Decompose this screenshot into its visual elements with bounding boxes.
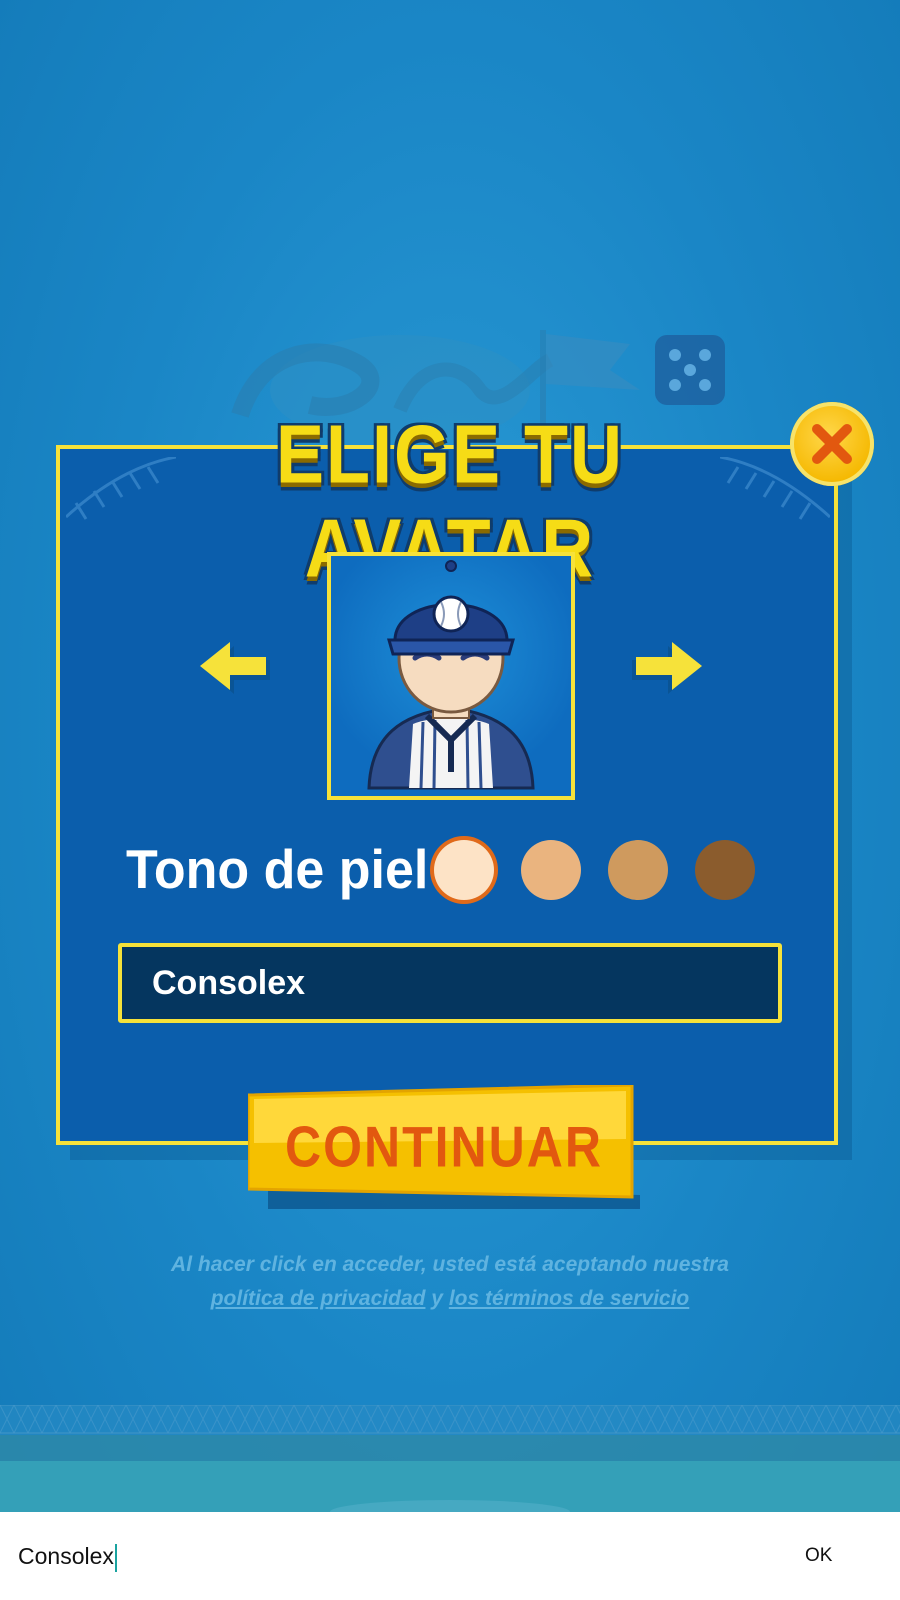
avatar-preview[interactable] xyxy=(327,552,575,800)
dialog-title: ELIGE TU AVATAR xyxy=(275,408,624,595)
skin-tone-swatch[interactable] xyxy=(521,840,581,900)
text-caret xyxy=(114,1543,117,1572)
terms-notice: Al hacer click en acceder, usted está ac… xyxy=(100,1248,800,1316)
keyboard-input-bar: Consolex OK xyxy=(0,1512,900,1600)
previous-avatar-button[interactable] xyxy=(198,640,278,698)
keyboard-text-input[interactable]: Consolex xyxy=(18,1536,738,1576)
arrow-left-icon xyxy=(200,642,270,694)
terms-of-service-link[interactable]: los términos de servicio xyxy=(449,1287,689,1310)
keyboard-ok-button[interactable]: OK xyxy=(805,1536,865,1576)
terms-conjunction: y xyxy=(431,1287,443,1310)
arrow-right-icon xyxy=(632,642,702,694)
skin-tone-swatch[interactable] xyxy=(434,840,494,900)
skin-tone-label: Tono de piel xyxy=(126,839,429,901)
close-button[interactable] xyxy=(790,402,874,486)
skin-tone-swatch[interactable] xyxy=(608,840,668,900)
player-name-field[interactable]: Consolex xyxy=(118,943,782,1023)
next-avatar-button[interactable] xyxy=(624,640,704,698)
continue-button[interactable]: CONTINUAR xyxy=(248,1085,640,1209)
keyboard-input-text: Consolex xyxy=(18,1543,114,1569)
privacy-policy-link[interactable]: política de privacidad xyxy=(211,1287,426,1310)
skin-tone-swatch[interactable] xyxy=(695,840,755,900)
terms-line: Al hacer click en acceder, usted está ac… xyxy=(171,1253,729,1276)
stadium-fence xyxy=(0,1405,900,1512)
close-icon xyxy=(812,424,852,464)
continue-label: CONTINUAR xyxy=(285,1114,603,1180)
baseball-player-avatar xyxy=(367,560,535,790)
